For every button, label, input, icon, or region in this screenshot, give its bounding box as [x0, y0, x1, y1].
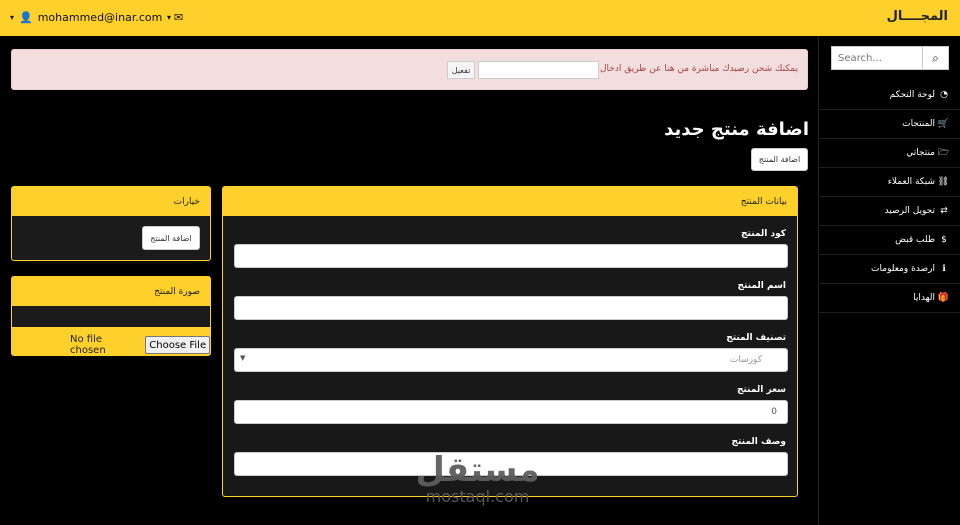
options-panel-body: اضافة المنتج: [12, 216, 210, 260]
chevron-down-icon: ▾: [167, 13, 172, 22]
add-product-button-top[interactable]: اضافة المنتج: [751, 148, 808, 171]
product-description-label: وصف المنتج: [731, 437, 786, 447]
envelope-icon: ✉: [174, 11, 184, 24]
product-price-label: سعر المنتج: [737, 385, 786, 395]
product-category-label: تصنيف المنتج: [726, 333, 786, 343]
messages-menu[interactable]: ▾ ✉: [167, 11, 183, 24]
watermark-url: mostaql.com: [425, 487, 530, 506]
sidebar-item-payout-request[interactable]: $ طلب قبض: [819, 226, 960, 255]
folder-open-icon: 🗁: [937, 148, 949, 158]
image-panel-heading: صورة المنتج: [12, 277, 210, 306]
page-title: اضافة منتج جديد: [664, 119, 809, 140]
sidebar-item-products[interactable]: 🛒 المنتجات: [819, 110, 960, 139]
dashboard-icon: ◔: [940, 90, 948, 100]
gift-icon: 🎁: [937, 293, 949, 303]
sidebar-item-gifts[interactable]: 🎁 الهدايا: [819, 284, 960, 313]
price-value: 0: [771, 407, 777, 417]
search-button[interactable]: ⌕: [923, 46, 949, 70]
chevron-down-icon: ▾: [10, 13, 15, 22]
product-image-panel: صورة المنتج No file chosen Choose File: [11, 276, 211, 356]
search-input[interactable]: [831, 46, 923, 70]
sidebar-item-balance-transfer[interactable]: ⇄ تحويل الرصيد: [819, 197, 960, 226]
sidebar-item-customer-network[interactable]: ⛓ شبكة العملاء: [819, 168, 960, 197]
activate-button[interactable]: تفعيل: [447, 61, 475, 79]
product-name-label: اسم المنتج: [737, 281, 786, 291]
selected-category: كورسات: [729, 355, 762, 365]
sidebar-item-label: طلب قبض: [895, 235, 935, 245]
sidebar-item-balances-info[interactable]: ℹ ارصدة ومعلومات: [819, 255, 960, 284]
cart-icon: 🛒: [937, 119, 949, 129]
dollar-icon: $: [941, 235, 947, 245]
choose-file-button[interactable]: Choose File: [145, 336, 210, 354]
sidebar-item-my-products[interactable]: 🗁 منتجاتي: [819, 139, 960, 168]
user-menu[interactable]: ▾ 👤 mohammed@inar.com: [10, 11, 162, 24]
sidebar-item-label: تحويل الرصيد: [884, 206, 935, 216]
product-data-heading: بيانات المنتج: [223, 187, 797, 216]
brand-title[interactable]: المجــــال: [887, 9, 948, 24]
mostaql-watermark: مستقل mostaql.com: [410, 452, 545, 517]
sidebar-search: ⌕: [831, 46, 949, 70]
user-email: mohammed@inar.com: [37, 11, 163, 24]
sidebar-item-label: شبكة العملاء: [887, 177, 935, 187]
sidebar: ⌕ ◔ لوحة التحكم 🛒المنتجات 🗁منتجاتي ⛓شبكة …: [818, 36, 960, 525]
options-panel-heading: خيارات: [12, 187, 210, 216]
image-preview-area: [12, 306, 210, 327]
info-icon: ℹ: [942, 264, 946, 274]
file-upload-control: No file chosen Choose File: [70, 334, 210, 356]
top-navbar: المجــــال ▾ 👤 mohammed@inar.com ▾ ✉: [0, 0, 960, 36]
sitemap-icon: ⛓: [937, 177, 949, 187]
product-name-field[interactable]: [234, 296, 788, 320]
product-category-select[interactable]: ▼ كورسات: [234, 348, 788, 372]
balance-card-alert: يمكنك شحن رصيدك مباشرة من هنا عن طريق اد…: [11, 49, 808, 90]
chevron-down-icon: ▼: [240, 354, 246, 362]
sidebar-nav: ◔ لوحة التحكم 🛒 المنتجات 🗁 منتجاتي ⛓ شبكة ال…: [819, 81, 960, 313]
transfer-icon: ⇄: [940, 206, 948, 216]
sidebar-item-label: لوحة التحكم: [889, 90, 935, 100]
sidebar-item-label: ارصدة ومعلومات: [871, 264, 935, 274]
sidebar-item-label: منتجاتي: [906, 148, 935, 158]
watermark-arabic: مستقل: [415, 450, 540, 490]
sidebar-item-dashboard[interactable]: ◔ لوحة التحكم: [819, 81, 960, 110]
file-status-text: No file chosen: [70, 334, 106, 356]
sidebar-item-label: الهدايا: [913, 293, 935, 303]
product-code-field[interactable]: [234, 244, 788, 268]
card-code-input[interactable]: [478, 61, 599, 79]
search-icon: ⌕: [932, 50, 939, 65]
user-icon: 👤: [19, 11, 33, 24]
sidebar-item-label: المنتجات: [902, 119, 935, 129]
product-price-field[interactable]: 0: [234, 400, 788, 424]
product-code-label: كود المنتج: [741, 229, 786, 239]
options-panel: خيارات اضافة المنتج: [11, 186, 211, 261]
add-product-button[interactable]: اضافة المنتج: [142, 226, 200, 250]
